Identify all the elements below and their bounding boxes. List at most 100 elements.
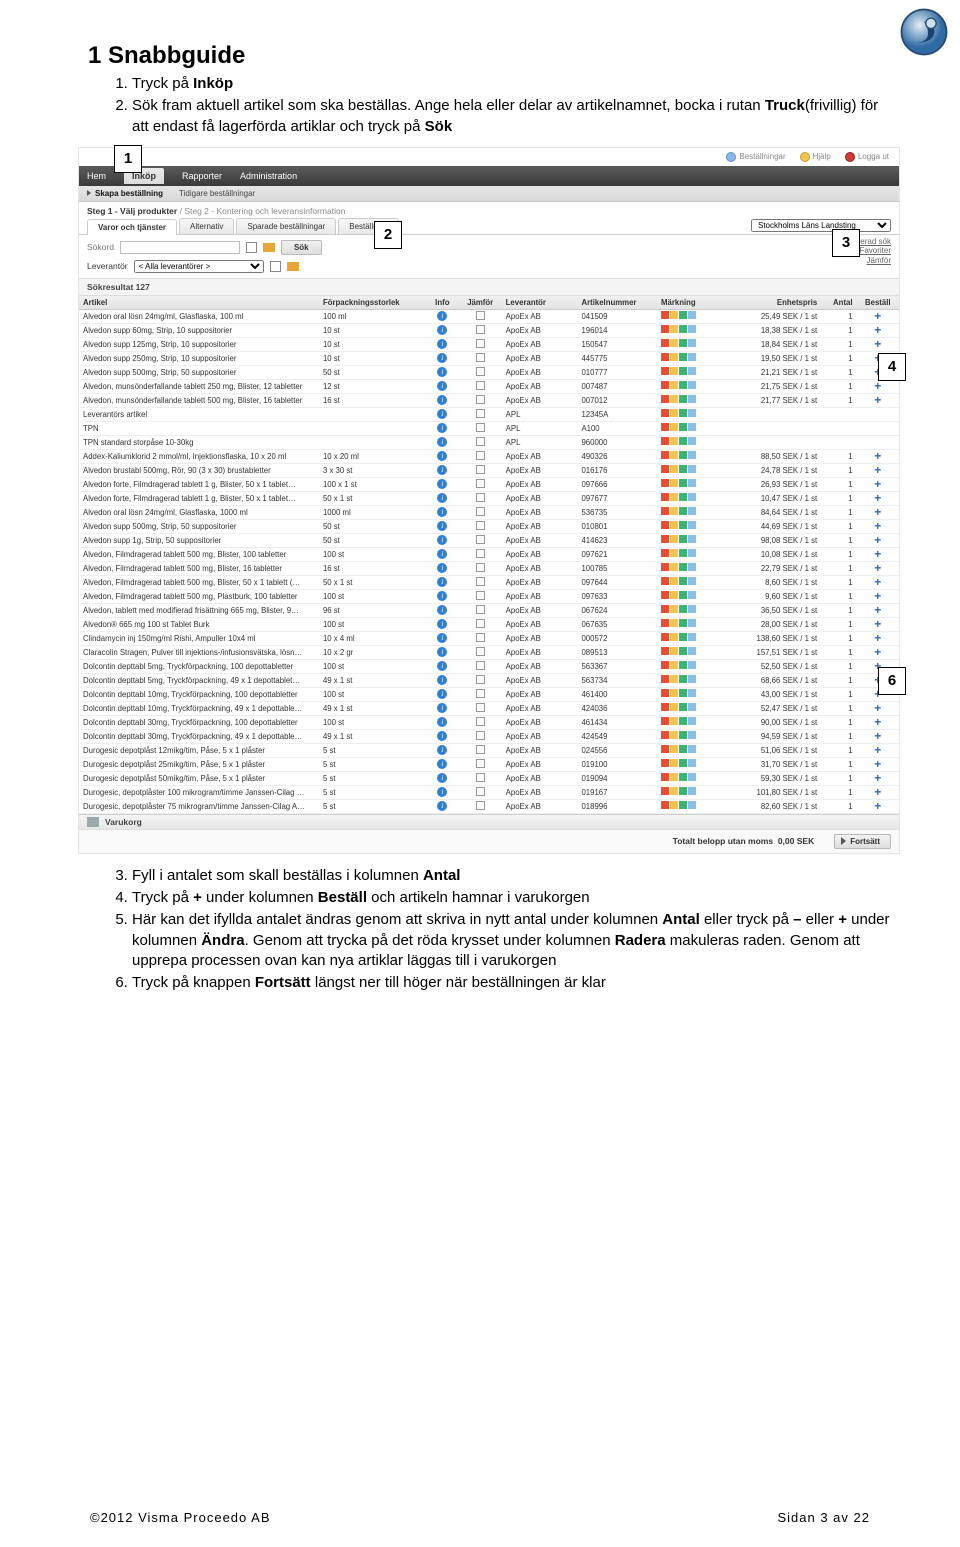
info-icon[interactable]: i (437, 507, 447, 517)
tab-1[interactable]: Alternativ (179, 218, 234, 234)
compare-checkbox[interactable] (476, 661, 485, 670)
col-header[interactable]: Förpackningsstorlek (319, 296, 426, 310)
compare-checkbox[interactable] (476, 493, 485, 502)
plus-icon[interactable]: + (874, 801, 881, 811)
compare-checkbox[interactable] (476, 339, 485, 348)
info-icon[interactable]: i (437, 381, 447, 391)
cell-antal[interactable]: 1 (821, 365, 856, 379)
compare-checkbox[interactable] (476, 367, 485, 376)
info-icon[interactable]: i (437, 787, 447, 797)
compare-checkbox[interactable] (476, 549, 485, 558)
cell-antal[interactable] (821, 435, 856, 449)
cell-artikel[interactable]: Alvedon supp 1g, Strip, 50 suppositorier (79, 533, 319, 547)
info-icon[interactable]: i (437, 577, 447, 587)
link-logout[interactable]: Logga ut (845, 152, 889, 162)
cell-antal[interactable]: 1 (821, 659, 856, 673)
cell-artikel[interactable]: Alvedon oral lösn 24mg/ml, Glasflaska, 1… (79, 505, 319, 519)
plus-icon[interactable]: + (874, 633, 881, 643)
info-icon[interactable]: i (437, 465, 447, 475)
compare-checkbox[interactable] (476, 395, 485, 404)
cell-artikel[interactable]: Dolcontin depttabl 30mg, Tryckförpacknin… (79, 729, 319, 743)
info-icon[interactable]: i (437, 367, 447, 377)
cell-antal[interactable]: 1 (821, 309, 856, 323)
cell-antal[interactable]: 1 (821, 379, 856, 393)
cell-artikel[interactable]: Addex-Kaliumklorid 2 mmol/ml, Injektions… (79, 449, 319, 463)
sok-button[interactable]: Sök (281, 240, 322, 255)
plus-icon[interactable]: + (874, 535, 881, 545)
cell-artikel[interactable]: Alvedon supp 500mg, Strip, 50 suppositor… (79, 519, 319, 533)
plus-icon[interactable]: + (874, 493, 881, 503)
cell-antal[interactable]: 1 (821, 785, 856, 799)
compare-checkbox[interactable] (476, 479, 485, 488)
cell-artikel[interactable]: Alvedon, munsönderfallande tablett 250 m… (79, 379, 319, 393)
col-header[interactable]: Info (426, 296, 459, 310)
plus-icon[interactable]: + (874, 311, 881, 321)
cell-artikel[interactable]: TPN (79, 421, 319, 435)
plus-icon[interactable]: + (874, 759, 881, 769)
cell-artikel[interactable]: Claracolin Stragen, Pulver till injektio… (79, 645, 319, 659)
cell-artikel[interactable]: Alvedon oral lösn 24mg/ml, Glasflaska, 1… (79, 309, 319, 323)
cell-antal[interactable]: 1 (821, 393, 856, 407)
info-icon[interactable]: i (437, 339, 447, 349)
info-icon[interactable]: i (437, 661, 447, 671)
cell-antal[interactable]: 1 (821, 701, 856, 715)
plus-icon[interactable]: + (874, 605, 881, 615)
truck-checkbox[interactable] (246, 242, 257, 253)
info-icon[interactable]: i (437, 521, 447, 531)
info-icon[interactable]: i (437, 563, 447, 573)
compare-checkbox[interactable] (476, 521, 485, 530)
info-icon[interactable]: i (437, 437, 447, 447)
compare-checkbox[interactable] (476, 647, 485, 656)
info-icon[interactable]: i (437, 353, 447, 363)
cell-artikel[interactable]: Alvedon® 665 mg 100 st Tablet Burk (79, 617, 319, 631)
cell-artikel[interactable]: Dolcontin depttabl 10mg, Tryckförpacknin… (79, 687, 319, 701)
cell-antal[interactable]: 1 (821, 771, 856, 785)
compare-checkbox[interactable] (476, 381, 485, 390)
compare-checkbox[interactable] (476, 353, 485, 362)
cell-antal[interactable]: 1 (821, 603, 856, 617)
info-icon[interactable]: i (437, 745, 447, 755)
link-compare[interactable]: Jämför (838, 256, 891, 266)
cell-artikel[interactable]: Durogesic depotplåst 50mikg/tim, Påse, 5… (79, 771, 319, 785)
plus-icon[interactable]: + (874, 591, 881, 601)
cell-artikel[interactable]: Durogesic, depotplåster 75 mikrogram/tim… (79, 799, 319, 813)
plus-icon[interactable]: + (874, 507, 881, 517)
cell-artikel[interactable]: Dolcontin depttabl 5mg, Tryckförpackning… (79, 673, 319, 687)
col-header[interactable]: Enhetspris (733, 296, 821, 310)
cell-antal[interactable]: 1 (821, 519, 856, 533)
cell-artikel[interactable]: Alvedon, Filmdragerad tablett 500 mg, Bl… (79, 547, 319, 561)
compare-checkbox[interactable] (476, 633, 485, 642)
info-icon[interactable]: i (437, 451, 447, 461)
plus-icon[interactable]: + (874, 479, 881, 489)
compare-checkbox[interactable] (476, 577, 485, 586)
col-header[interactable]: Artikel (79, 296, 319, 310)
cell-artikel[interactable]: TPN standard storpåse 10-30kg (79, 435, 319, 449)
col-header[interactable]: Märkning (657, 296, 733, 310)
plus-icon[interactable]: + (874, 577, 881, 587)
nav-item-administration[interactable]: Administration (240, 171, 297, 181)
info-icon[interactable]: i (437, 619, 447, 629)
cell-antal[interactable]: 1 (821, 645, 856, 659)
cell-artikel[interactable]: Durogesic depotplåst 12mikg/tim, Påse, 5… (79, 743, 319, 757)
compare-checkbox[interactable] (476, 451, 485, 460)
link-hjalp[interactable]: Hjälp (800, 152, 831, 162)
cell-antal[interactable]: 1 (821, 505, 856, 519)
cell-antal[interactable]: 1 (821, 743, 856, 757)
plus-icon[interactable]: + (874, 339, 881, 349)
plus-icon[interactable]: + (874, 521, 881, 531)
plus-icon[interactable]: + (874, 717, 881, 727)
info-icon[interactable]: i (437, 591, 447, 601)
info-icon[interactable]: i (437, 479, 447, 489)
cell-artikel[interactable]: Alvedon, Filmdragerad tablett 500 mg, Bl… (79, 575, 319, 589)
cell-antal[interactable]: 1 (821, 799, 856, 813)
compare-checkbox[interactable] (476, 675, 485, 684)
info-icon[interactable]: i (437, 689, 447, 699)
plus-icon[interactable]: + (874, 549, 881, 559)
info-icon[interactable]: i (437, 801, 447, 811)
info-icon[interactable]: i (437, 325, 447, 335)
cell-antal[interactable]: 1 (821, 547, 856, 561)
cell-artikel[interactable]: Dolcontin depttabl 10mg, Tryckförpacknin… (79, 701, 319, 715)
compare-checkbox[interactable] (476, 731, 485, 740)
nav-item-rapporter[interactable]: Rapporter (182, 171, 222, 181)
tab-0[interactable]: Varor och tjänster (87, 219, 177, 235)
